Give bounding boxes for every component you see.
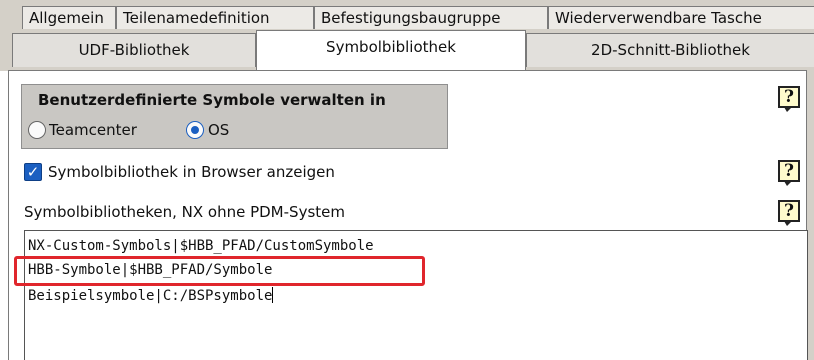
show-in-browser-label[interactable]: Symbolbibliothek in Browser anzeigen xyxy=(48,163,335,181)
show-in-browser-checkbox[interactable]: ✓ xyxy=(24,163,42,181)
radio-os[interactable] xyxy=(186,121,204,139)
group-title: Benutzerdefinierte Symbole verwalten in xyxy=(38,91,386,109)
tab-symbolbibliothek[interactable]: Symbolbibliothek xyxy=(256,30,526,70)
tab-allgemein[interactable]: Allgemein xyxy=(22,6,116,29)
tab-teilenamedefinition[interactable]: Teilenamedefinition xyxy=(116,6,314,29)
help-icon[interactable]: ? xyxy=(778,86,800,112)
tab-udf-bibliothek[interactable]: UDF-Bibliothek xyxy=(12,33,256,67)
radio-os-label[interactable]: OS xyxy=(208,121,229,139)
library-line: NX-Custom-Symbols|$HBB_PFAD/CustomSymbol… xyxy=(28,238,374,254)
tab-2d-schnitt-bibliothek[interactable]: 2D-Schnitt-Bibliothek xyxy=(526,33,814,67)
text-caret xyxy=(272,287,274,303)
tab-row-bottom: UDF-Bibliothek Symbolbibliothek 2D-Schni… xyxy=(0,30,814,71)
tab-befestigungsbaugruppe[interactable]: Befestigungsbaugruppe xyxy=(314,6,548,29)
radio-teamcenter-label[interactable]: Teamcenter xyxy=(49,121,137,139)
libraries-label: Symbolbibliotheken, NX ohne PDM-System xyxy=(24,203,345,221)
libraries-textarea[interactable]: NX-Custom-Symbols|$HBB_PFAD/CustomSymbol… xyxy=(24,230,808,360)
tab-wiederverwendbare-tasche[interactable]: Wiederverwendbare Tasche xyxy=(548,6,814,29)
tab-row-top: Allgemein Teilenamedefinition Befestigun… xyxy=(0,0,814,30)
radio-teamcenter[interactable] xyxy=(28,121,46,139)
highlight-box xyxy=(14,256,425,286)
library-line: Beispielsymbole|C:/BSPsymbole xyxy=(28,287,274,304)
help-icon[interactable]: ? xyxy=(778,160,800,186)
help-icon[interactable]: ? xyxy=(778,200,800,226)
symbol-storage-group: Benutzerdefinierte Symbole verwalten in … xyxy=(21,84,448,149)
